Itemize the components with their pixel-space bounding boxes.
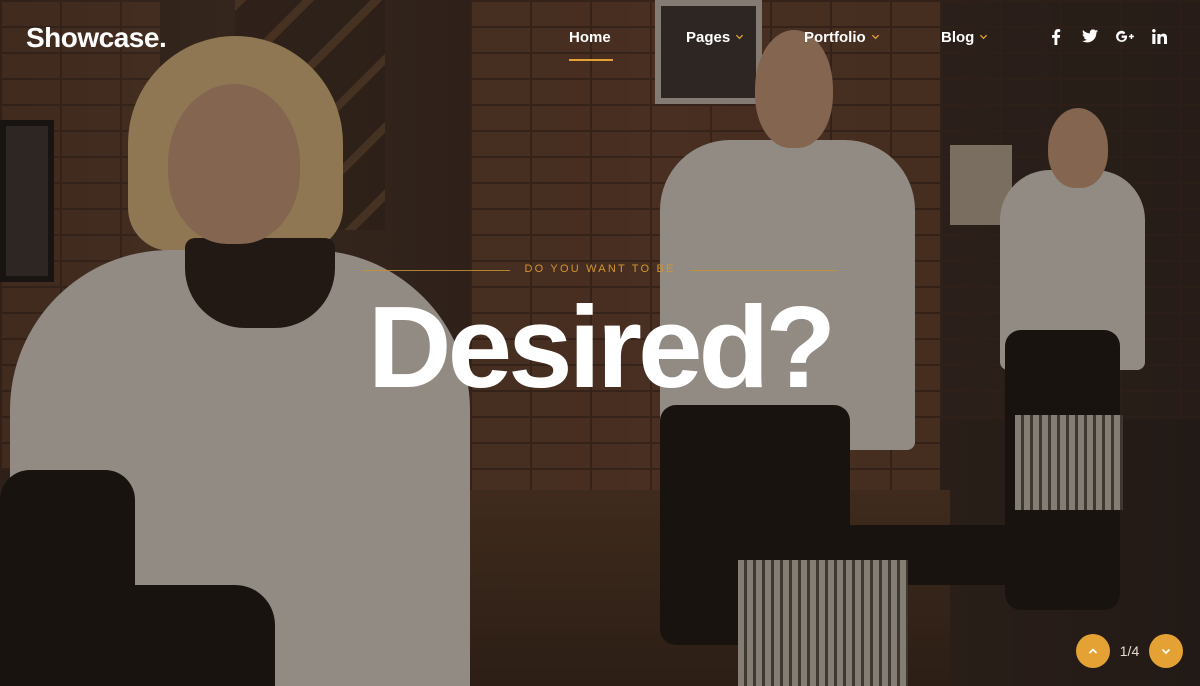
nav-item-label: Blog <box>941 29 975 46</box>
nav-item-label: Pages <box>686 29 731 46</box>
hero-eyebrow-row: DO YOU WANT TO BE <box>362 262 838 278</box>
eyebrow-divider-right <box>690 270 838 271</box>
nav-item-blog[interactable]: Blog <box>941 29 988 46</box>
nav-active-indicator <box>569 59 613 61</box>
eyebrow-divider-left <box>362 270 510 271</box>
chevron-down-icon <box>979 32 988 41</box>
nav-item-portfolio[interactable]: Portfolio <box>804 29 880 46</box>
google-plus-icon[interactable] <box>1116 29 1134 47</box>
slider-counter: 1/4 <box>1119 643 1140 659</box>
nav-item-label: Home <box>569 29 611 46</box>
nav-item-home[interactable]: Home <box>569 29 611 46</box>
hero-headline: Desired? <box>367 282 836 412</box>
chevron-up-icon <box>1088 648 1098 654</box>
main-navigation: Home Pages Portfolio Blog <box>0 29 1200 69</box>
chevron-down-icon <box>735 32 744 41</box>
chevron-down-icon <box>871 32 880 41</box>
slider-next-button[interactable] <box>1149 634 1183 668</box>
chevron-down-icon <box>1161 648 1171 655</box>
facebook-icon[interactable] <box>1051 29 1061 47</box>
slider-prev-button[interactable] <box>1076 634 1110 668</box>
nav-item-pages[interactable]: Pages <box>686 29 744 46</box>
nav-item-label: Portfolio <box>804 29 866 46</box>
twitter-icon[interactable] <box>1082 29 1098 47</box>
linkedin-icon[interactable] <box>1152 29 1167 47</box>
hero-eyebrow-text: DO YOU WANT TO BE <box>524 263 676 275</box>
